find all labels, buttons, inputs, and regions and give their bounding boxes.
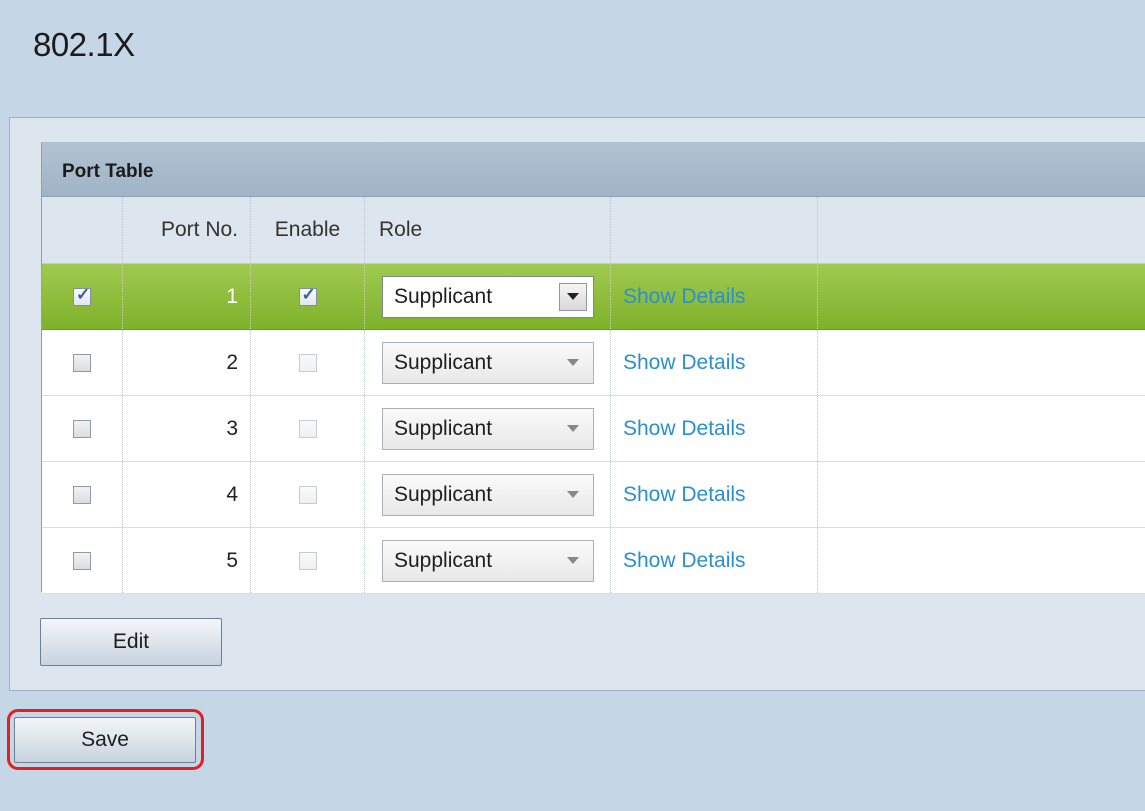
role-select: Supplicant (382, 341, 594, 384)
table-title-bar: Port Table (42, 142, 1145, 197)
row-select-cell (42, 330, 123, 395)
table-title: Port Table (62, 161, 154, 182)
role-cell: Supplicant (365, 264, 611, 329)
row-spacer (818, 264, 1145, 329)
header-role: Role (365, 197, 611, 263)
dropdown-button (559, 547, 587, 575)
table-row[interactable]: 3 Supplicant Show Details (42, 396, 1145, 462)
role-select-value: Supplicant (394, 548, 493, 572)
edit-button[interactable]: Edit (40, 618, 222, 666)
role-select[interactable]: Supplicant (382, 275, 594, 318)
enable-cell (251, 528, 365, 593)
header-details (611, 197, 818, 263)
role-select-value: Supplicant (394, 482, 493, 506)
chevron-down-icon (567, 557, 579, 564)
port-number: 3 (123, 396, 251, 461)
table-row[interactable]: 2 Supplicant Show Details (42, 330, 1145, 396)
row-select-cell: ✓ (42, 264, 123, 329)
chevron-down-icon (567, 359, 579, 366)
header-enable: Enable (251, 197, 365, 263)
table-row[interactable]: 4 Supplicant Show Details (42, 462, 1145, 528)
show-details-link[interactable]: Show Details (623, 351, 746, 375)
enable-checkbox (298, 419, 317, 438)
row-select-checkbox[interactable] (73, 419, 91, 438)
enable-checkbox (298, 353, 317, 372)
header-port-no: Port No. (123, 197, 251, 263)
show-details-link[interactable]: Show Details (623, 549, 746, 573)
save-button[interactable]: Save (14, 717, 196, 763)
details-cell: Show Details (611, 528, 818, 593)
chevron-down-icon (567, 293, 579, 300)
port-number: 5 (123, 528, 251, 593)
details-cell: Show Details (611, 330, 818, 395)
check-icon: ✓ (301, 284, 316, 304)
role-select-value: Supplicant (394, 284, 493, 308)
page-title: 802.1X (33, 26, 135, 63)
dropdown-button[interactable] (559, 282, 587, 311)
port-number: 2 (123, 330, 251, 395)
port-number: 4 (123, 462, 251, 527)
row-spacer (818, 330, 1145, 395)
dropdown-button (559, 415, 587, 443)
row-select-cell (42, 396, 123, 461)
role-cell: Supplicant (365, 528, 611, 593)
row-select-checkbox[interactable]: ✓ (73, 284, 91, 306)
chevron-down-icon (567, 491, 579, 498)
row-select-checkbox[interactable] (73, 485, 91, 504)
role-cell: Supplicant (365, 462, 611, 527)
row-spacer (818, 462, 1145, 527)
table-header-row: Port No. Enable Role (42, 197, 1145, 264)
row-spacer (818, 528, 1145, 593)
dropdown-button (559, 349, 587, 377)
role-select: Supplicant (382, 473, 594, 516)
table-row[interactable]: ✓ 1 ✓ Supplicant Show Details (42, 264, 1145, 330)
show-details-link[interactable]: Show Details (623, 417, 746, 441)
enable-checkbox (298, 551, 317, 570)
row-spacer (818, 396, 1145, 461)
enable-checkbox (298, 485, 317, 504)
enable-cell (251, 462, 365, 527)
row-select-checkbox[interactable] (73, 551, 91, 570)
enable-cell: ✓ (251, 264, 365, 329)
check-icon: ✓ (76, 284, 91, 304)
row-select-checkbox[interactable] (73, 353, 91, 372)
chevron-down-icon (567, 425, 579, 432)
header-spacer (818, 197, 1145, 263)
role-cell: Supplicant (365, 330, 611, 395)
header-select (42, 197, 123, 263)
page: 802.1X Port Table Port No. Enable Role ✓… (0, 0, 1145, 811)
enable-checkbox[interactable]: ✓ (298, 284, 317, 306)
details-cell: Show Details (611, 264, 818, 329)
show-details-link[interactable]: Show Details (623, 483, 746, 507)
table-row[interactable]: 5 Supplicant Show Details (42, 528, 1145, 594)
show-details-link[interactable]: Show Details (623, 285, 746, 309)
role-select: Supplicant (382, 539, 594, 582)
enable-cell (251, 396, 365, 461)
details-cell: Show Details (611, 396, 818, 461)
dropdown-button (559, 481, 587, 509)
role-select: Supplicant (382, 407, 594, 450)
port-table: Port Table Port No. Enable Role ✓ 1 ✓ Su… (41, 142, 1145, 594)
enable-cell (251, 330, 365, 395)
details-cell: Show Details (611, 462, 818, 527)
role-select-value: Supplicant (394, 350, 493, 374)
port-number: 1 (123, 264, 251, 329)
role-select-value: Supplicant (394, 416, 493, 440)
row-select-cell (42, 462, 123, 527)
row-select-cell (42, 528, 123, 593)
role-cell: Supplicant (365, 396, 611, 461)
